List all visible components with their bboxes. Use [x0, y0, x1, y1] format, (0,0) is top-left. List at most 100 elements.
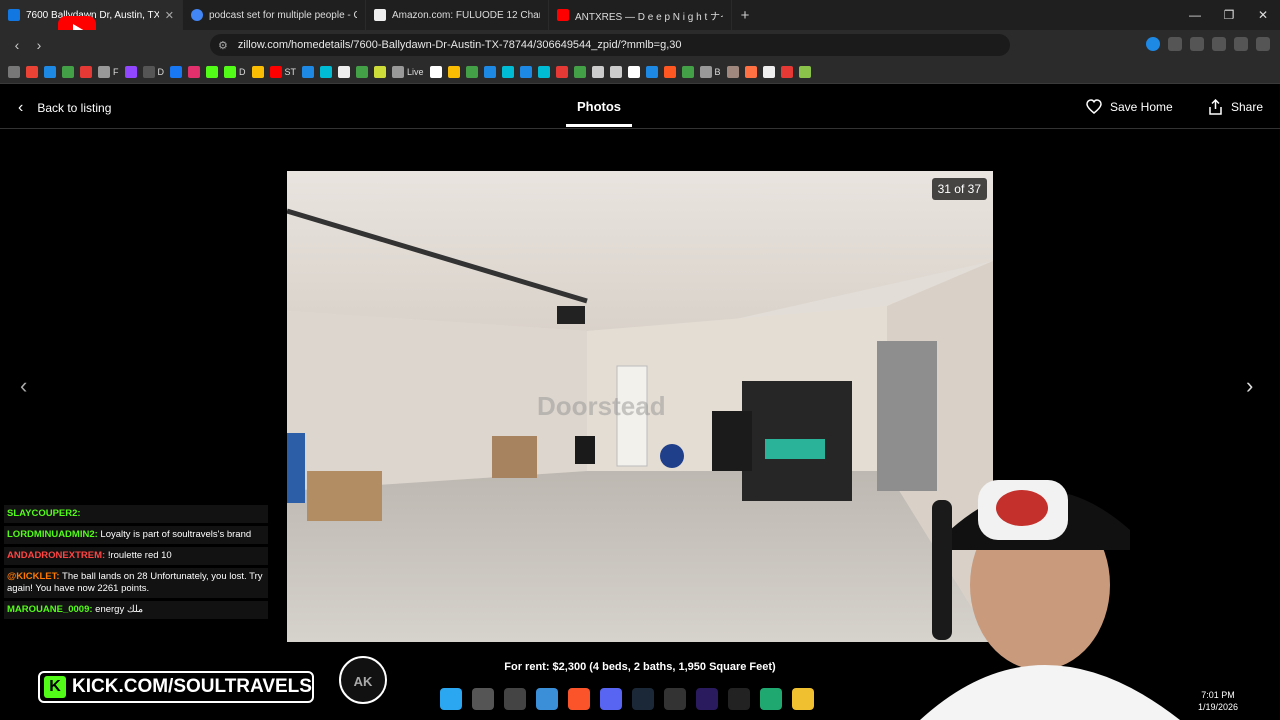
bookmark[interactable]	[645, 65, 658, 78]
bookmark[interactable]	[519, 65, 532, 78]
forward-nav-icon[interactable]: ›	[28, 37, 50, 53]
extension-icon[interactable]	[1234, 37, 1248, 51]
discord-icon[interactable]	[600, 688, 622, 710]
next-photo-button[interactable]: ›	[1246, 373, 1253, 399]
bookmark[interactable]	[573, 65, 586, 78]
address-bar-row: ‹ › ⚙ zillow.com/homedetails/7600-Ballyd…	[0, 30, 1280, 60]
previous-photo-button[interactable]: ‹	[20, 373, 27, 399]
bookmark[interactable]	[80, 65, 92, 78]
bookmark[interactable]	[555, 65, 568, 78]
bookmark[interactable]	[44, 65, 56, 78]
bookmark[interactable]	[429, 65, 442, 78]
bookmark[interactable]	[447, 65, 460, 78]
app-icon[interactable]	[504, 688, 526, 710]
steam-icon[interactable]	[632, 688, 654, 710]
app-icon[interactable]	[664, 688, 686, 710]
bookmark[interactable]	[537, 65, 550, 78]
bookmark[interactable]	[465, 65, 478, 78]
chat-message: ANDADRONEXTREM: !roulette red 10	[4, 547, 268, 565]
ak-logo-text: AK	[353, 674, 373, 689]
window-controls: — ❐ ✕	[1178, 0, 1280, 30]
tab-youtube[interactable]: ANTXRES — D e e p N i g h t ナイ	[549, 0, 732, 30]
bookmark[interactable]	[124, 65, 137, 78]
bookmark[interactable]	[320, 65, 333, 78]
chevron-left-icon: ‹	[18, 99, 24, 116]
menu-icon[interactable]	[1256, 37, 1270, 51]
bookmark[interactable]	[501, 65, 514, 78]
bookmark[interactable]	[663, 65, 676, 78]
share-button[interactable]: Share	[1208, 99, 1263, 115]
chat-username: SLAYCOUPER2:	[7, 508, 81, 519]
bookmark[interactable]	[726, 65, 739, 78]
bookmark[interactable]	[609, 65, 622, 78]
bookmark[interactable]: D	[142, 65, 165, 78]
back-label: Back to listing	[37, 101, 112, 115]
obs-icon[interactable]	[728, 688, 750, 710]
bookmark[interactable]	[780, 65, 793, 78]
windows-taskbar	[440, 688, 814, 710]
premiere-icon[interactable]	[696, 688, 718, 710]
back-to-listing-button[interactable]: ‹ Back to listing	[18, 99, 111, 117]
extension-icon[interactable]	[1146, 37, 1160, 51]
bookmark[interactable]	[762, 65, 775, 78]
save-home-button[interactable]: Save Home	[1086, 99, 1173, 114]
bookmark-folder[interactable]: F	[98, 65, 119, 78]
bookmark[interactable]	[627, 65, 640, 78]
photo-counter: 31 of 37	[931, 178, 987, 200]
bookmark-label: F	[113, 66, 119, 77]
url-field[interactable]: ⚙ zillow.com/homedetails/7600-Ballydawn-…	[210, 34, 1010, 56]
close-window-icon[interactable]: ✕	[1246, 0, 1280, 30]
bookmark[interactable]	[188, 65, 200, 78]
bookmark[interactable]	[356, 65, 369, 78]
bookmark[interactable]	[591, 65, 604, 78]
tab-amazon[interactable]: Amazon.com: FULUODE 12 Channel	[366, 0, 549, 30]
url-text: zillow.com/homedetails/7600-Ballydawn-Dr…	[237, 39, 682, 51]
extension-icon[interactable]	[1212, 37, 1226, 51]
bookmark[interactable]	[206, 65, 218, 78]
tab-title: podcast set for multiple people - Goo	[209, 9, 357, 21]
bookmark[interactable]	[170, 65, 182, 78]
extension-icon[interactable]	[1190, 37, 1204, 51]
chat-username: ANDADRONEXTREM:	[7, 550, 106, 561]
extension-icon[interactable]	[1168, 37, 1182, 51]
bookmark[interactable]	[744, 65, 757, 78]
bookmark[interactable]: ST	[269, 65, 297, 78]
bookmark-label: Live	[407, 66, 424, 77]
tab-photos[interactable]: Photos	[560, 99, 638, 127]
bookmark[interactable]	[483, 65, 496, 78]
brave-browser-icon[interactable]	[568, 688, 590, 710]
tab-google[interactable]: podcast set for multiple people - Goo	[183, 0, 366, 30]
bookmark-label: ST	[284, 66, 297, 77]
bookmark[interactable]	[302, 65, 315, 78]
windows-start-icon[interactable]	[440, 688, 462, 710]
bookmark[interactable]: D	[224, 65, 246, 78]
bookmark[interactable]	[681, 65, 694, 78]
ak-logo: AK	[339, 656, 387, 704]
chevron-right-icon: ›	[1246, 373, 1254, 398]
edge-icon[interactable]	[760, 688, 782, 710]
minimize-icon[interactable]: —	[1178, 0, 1212, 30]
chat-text: !roulette red 10	[107, 550, 172, 561]
bookmark[interactable]	[62, 65, 74, 78]
bookmark-folder[interactable]: B	[699, 65, 721, 78]
kick-channel-banner: K KICK.COM/SOULTRAVELS	[38, 671, 314, 703]
task-view-icon[interactable]	[472, 688, 494, 710]
back-nav-icon[interactable]: ‹	[6, 37, 28, 53]
bookmark[interactable]	[374, 65, 387, 78]
bookmark-folder[interactable]: Live	[392, 65, 424, 78]
chevron-left-icon: ‹	[20, 373, 28, 398]
file-explorer-icon[interactable]	[792, 688, 814, 710]
system-clock[interactable]: 7:01 PM 1/19/2026	[1198, 689, 1238, 713]
bookmark[interactable]	[338, 65, 351, 78]
bookmark-label: D	[157, 66, 165, 77]
maximize-icon[interactable]: ❐	[1212, 0, 1246, 30]
new-tab-button[interactable]: +	[732, 7, 758, 24]
close-tab-icon[interactable]: ✕	[165, 9, 174, 22]
app-icon[interactable]	[536, 688, 558, 710]
site-settings-icon[interactable]: ⚙	[218, 39, 228, 52]
bookmark[interactable]	[251, 65, 264, 78]
bookmark[interactable]	[26, 65, 38, 78]
chat-text: energy ملك	[95, 604, 144, 615]
bookmark[interactable]	[798, 65, 811, 78]
apps-icon[interactable]	[8, 65, 20, 78]
